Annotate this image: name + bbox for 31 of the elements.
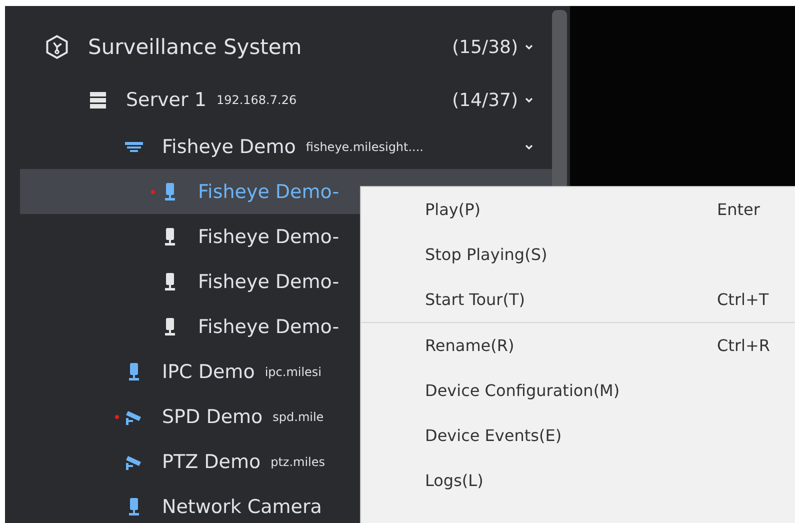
- menu-item[interactable]: Device Configuration(M): [361, 368, 795, 413]
- device-name: Fisheye Demo-: [198, 180, 340, 202]
- device-name: Fisheye Demo-: [198, 226, 340, 248]
- device-count: (15/38): [452, 36, 518, 58]
- device-name: Fisheye Demo-: [198, 316, 340, 338]
- device-address: 192.168.7.26: [216, 93, 297, 107]
- device-address: spd.mile: [272, 410, 324, 424]
- device-name: Fisheye Demo: [162, 136, 296, 158]
- device-address: ipc.milesi: [264, 364, 322, 378]
- menu-item[interactable]: Rename(R) Ctrl+R: [361, 323, 795, 368]
- menu-item[interactable]: Stop Playing(S): [361, 232, 795, 277]
- device-address: ptz.miles: [270, 454, 326, 468]
- tree-row[interactable]: Surveillance System (15/38): [20, 18, 552, 76]
- chevron-icon[interactable]: [524, 42, 534, 52]
- server-icon: [88, 90, 108, 110]
- device-name: Fisheye Demo-: [198, 270, 340, 292]
- tree-row[interactable]: Server 1 192.168.7.26 (14/37): [20, 76, 552, 124]
- device-count: (14/37): [452, 90, 518, 110]
- device-address: fisheye.milesight....: [306, 140, 424, 154]
- device-name: Surveillance System: [88, 35, 302, 59]
- chevron-icon[interactable]: [524, 95, 534, 105]
- menu-item[interactable]: Logs(L): [361, 458, 795, 503]
- cube-icon: [44, 34, 70, 60]
- device-name: PTZ Demo: [162, 450, 261, 472]
- device-name: IPC Demo: [162, 360, 255, 382]
- menu-item[interactable]: Device Events(E): [361, 413, 795, 458]
- device-name: SPD Demo: [162, 406, 263, 428]
- menu-item[interactable]: Start Tour(T) Ctrl+T: [361, 277, 795, 322]
- device-name: Network Camera: [162, 496, 322, 518]
- device-name: Server 1: [126, 89, 206, 111]
- tree-row[interactable]: Fisheye Demo fisheye.milesight....: [20, 124, 552, 169]
